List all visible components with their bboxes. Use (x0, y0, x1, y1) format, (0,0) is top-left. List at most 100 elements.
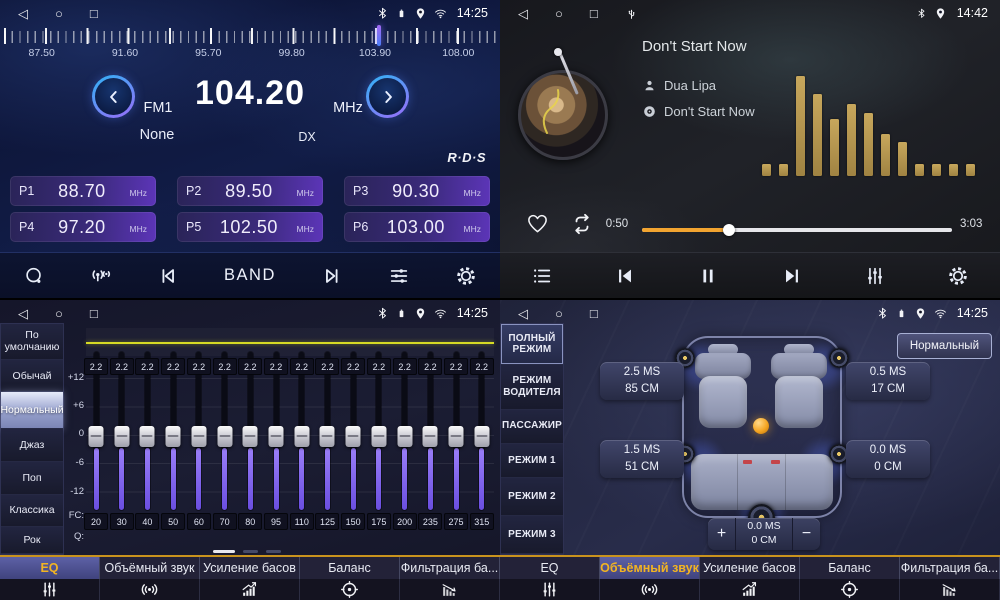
eq-preset-item[interactable]: Рок (1, 527, 63, 554)
seek-next-icon[interactable] (321, 265, 343, 287)
slider-handle[interactable] (217, 426, 232, 447)
previous-track-icon[interactable] (614, 265, 636, 287)
front-right-delay-button[interactable]: 0.5 MS17 CM (846, 362, 930, 400)
rear-left-delay-button[interactable]: 1.5 MS51 CM (600, 440, 684, 478)
tab-bass-boost[interactable]: Усиление басов (700, 557, 800, 600)
nav-recents-icon[interactable]: □ (590, 307, 598, 320)
nav-back-icon[interactable]: ◁ (518, 307, 528, 320)
eq-preset-item[interactable]: Поп (1, 462, 63, 495)
slider-handle[interactable] (191, 426, 206, 447)
tab-bass-filter[interactable]: Фильтрация ба... (900, 557, 1000, 600)
nav-home-icon[interactable]: ○ (555, 7, 563, 20)
slider-handle[interactable] (346, 426, 361, 447)
nav-recents-icon[interactable]: □ (90, 307, 98, 320)
preset-button-p1[interactable]: P188.70MHz (10, 176, 156, 206)
equalizer-icon[interactable] (388, 265, 410, 287)
listening-mode-item[interactable]: РЕЖИМ 2 (501, 478, 563, 515)
slider-handle[interactable] (114, 426, 129, 447)
eq-band-slider[interactable]: 602.2 (189, 352, 209, 530)
settings-icon[interactable] (455, 265, 477, 287)
rear-right-delay-button[interactable]: 0.0 MS0 CM (846, 440, 930, 478)
eq-preset-item[interactable]: Обычай (1, 360, 63, 393)
slider-handle[interactable] (397, 426, 412, 447)
seek-previous-icon[interactable] (157, 265, 179, 287)
band-button[interactable]: BAND (224, 266, 276, 285)
broadcast-icon[interactable] (90, 265, 112, 287)
next-track-icon[interactable] (781, 265, 803, 287)
tab-bass-filter[interactable]: Фильтрация ба... (400, 557, 500, 600)
pause-icon[interactable] (697, 265, 719, 287)
eq-band-slider[interactable]: 3152.2 (472, 352, 492, 530)
preset-button-p2[interactable]: P289.50MHz (177, 176, 323, 206)
eq-preset-item[interactable]: По умолчанию (1, 324, 63, 360)
slider-handle[interactable] (423, 426, 438, 447)
repeat-icon[interactable] (570, 212, 594, 236)
front-left-delay-button[interactable]: 2.5 MS85 CM (600, 362, 684, 400)
slider-handle[interactable] (371, 426, 386, 447)
nav-back-icon[interactable]: ◁ (518, 7, 528, 20)
nav-back-icon[interactable]: ◁ (18, 307, 28, 320)
eq-band-slider[interactable]: 2352.2 (420, 352, 440, 530)
eq-band-slider[interactable]: 2752.2 (446, 352, 466, 530)
eq-band-slider[interactable]: 1752.2 (369, 352, 389, 530)
eq-band-slider[interactable]: 302.2 (112, 352, 132, 530)
eq-band-slider[interactable]: 402.2 (137, 352, 157, 530)
settings-icon[interactable] (947, 265, 969, 287)
nav-home-icon[interactable]: ○ (55, 307, 63, 320)
nav-home-icon[interactable]: ○ (55, 7, 63, 20)
preset-button-p3[interactable]: P390.30MHz (344, 176, 490, 206)
tab-eq[interactable]: EQ (0, 557, 100, 600)
eq-band-slider[interactable]: 1252.2 (317, 352, 337, 530)
tune-up-button[interactable] (366, 75, 409, 118)
playlist-icon[interactable] (531, 265, 553, 287)
nav-home-icon[interactable]: ○ (555, 307, 563, 320)
slider-handle[interactable] (294, 426, 309, 447)
eq-band-slider[interactable]: 952.2 (266, 352, 286, 530)
slider-handle[interactable] (140, 426, 155, 447)
slider-handle[interactable] (166, 426, 181, 447)
progress-thumb[interactable] (723, 224, 735, 236)
eq-band-slider[interactable]: 1502.2 (343, 352, 363, 530)
scan-icon[interactable] (23, 265, 45, 287)
tab-eq[interactable]: EQ (500, 557, 600, 600)
slider-handle[interactable] (89, 426, 104, 447)
nav-recents-icon[interactable]: □ (590, 7, 598, 20)
tab-balance[interactable]: Баланс (300, 557, 400, 600)
tab-bass-boost[interactable]: Усиление басов (200, 557, 300, 600)
nav-recents-icon[interactable]: □ (90, 7, 98, 20)
increase-delay-button[interactable]: + (708, 518, 735, 550)
slider-handle[interactable] (243, 426, 258, 447)
preset-button-p6[interactable]: P6103.00MHz (344, 212, 490, 242)
sound-preset-button[interactable]: Нормальный (897, 333, 992, 359)
eq-band-slider[interactable]: 802.2 (240, 352, 260, 530)
tab-surround-sound[interactable]: Объёмный звук (600, 557, 700, 600)
preset-button-p4[interactable]: P497.20MHz (10, 212, 156, 242)
frequency-pointer[interactable] (377, 25, 381, 46)
eq-preset-item[interactable]: Нормальный (1, 392, 63, 429)
eq-band-slider[interactable]: 502.2 (163, 352, 183, 530)
listening-mode-item[interactable]: ПАССАЖИР (501, 410, 563, 444)
tab-surround-sound[interactable]: Объёмный звук (100, 557, 200, 600)
progress-bar[interactable] (642, 228, 952, 232)
listening-mode-item[interactable]: РЕЖИМ 1 (501, 444, 563, 478)
eq-preset-item[interactable]: Классика (1, 495, 63, 528)
slider-handle[interactable] (449, 426, 464, 447)
listening-mode-item[interactable]: РЕЖИМ 3 (501, 516, 563, 554)
eq-band-slider[interactable]: 1102.2 (292, 352, 312, 530)
eq-band-slider[interactable]: 2002.2 (395, 352, 415, 530)
nav-back-icon[interactable]: ◁ (18, 7, 28, 20)
slider-handle[interactable] (320, 426, 335, 447)
listening-mode-item[interactable]: ПОЛНЫЙ РЕЖИМ (501, 324, 563, 365)
favorite-icon[interactable] (526, 212, 549, 235)
slider-handle[interactable] (269, 426, 284, 447)
tune-down-button[interactable] (92, 75, 135, 118)
eq-band-slider[interactable]: 702.2 (215, 352, 235, 530)
listening-position-marker[interactable] (753, 418, 769, 434)
eq-preset-item[interactable]: Джаз (1, 429, 63, 462)
decrease-delay-button[interactable]: − (793, 518, 820, 550)
preset-button-p5[interactable]: P5102.50MHz (177, 212, 323, 242)
tab-balance[interactable]: Баланс (800, 557, 900, 600)
eq-band-slider[interactable]: 202.2 (86, 352, 106, 530)
equalizer-icon[interactable] (864, 265, 886, 287)
slider-handle[interactable] (474, 426, 489, 447)
